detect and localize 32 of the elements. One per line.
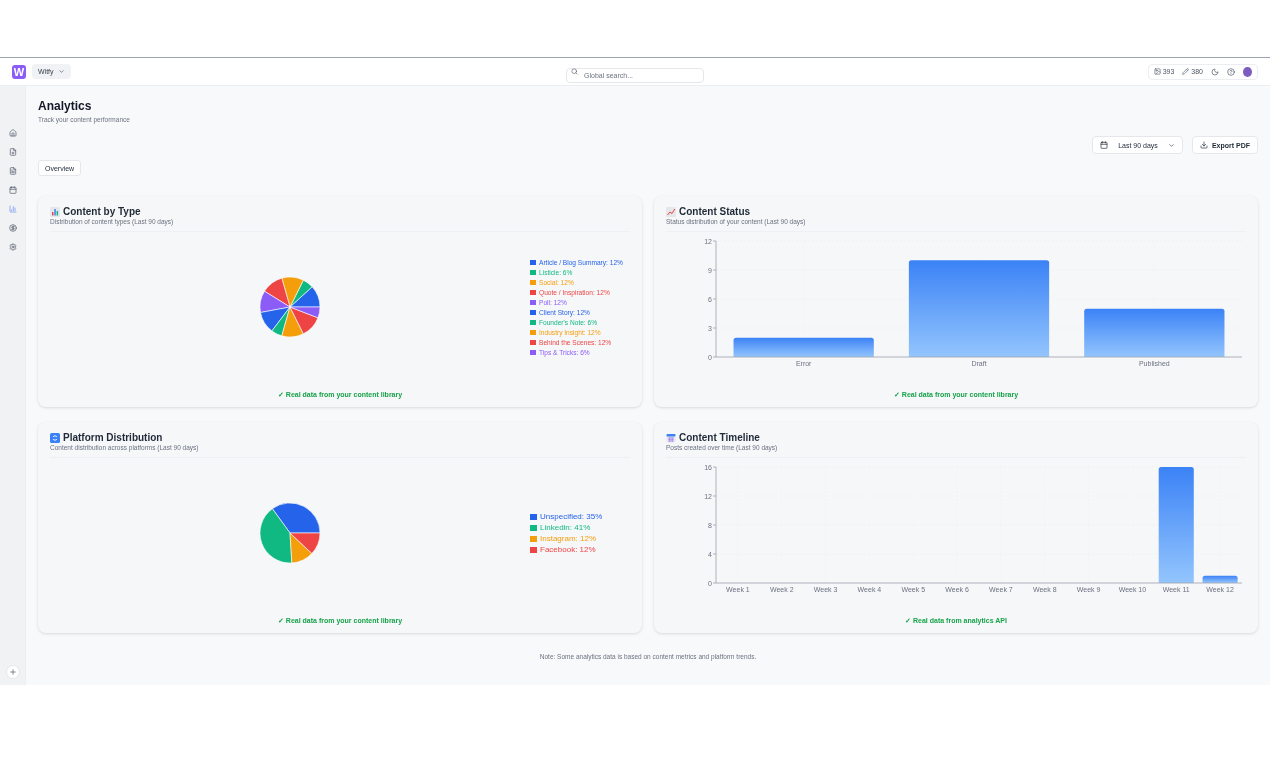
chart-icon — [50, 206, 60, 217]
calendar-icon — [666, 432, 676, 443]
settings-icon[interactable] — [8, 243, 17, 251]
file-plus-icon[interactable] — [8, 148, 17, 156]
legend-label: Instagram: 12% — [540, 534, 597, 543]
card-title: Content Timeline — [679, 432, 760, 443]
page-title: Analytics — [38, 99, 93, 113]
chevron-icon — [57, 68, 65, 75]
calendar-icon[interactable] — [8, 186, 17, 194]
plus-icon — [8, 668, 17, 676]
chart-icon[interactable] — [8, 205, 17, 213]
coin-icon[interactable] — [8, 224, 17, 232]
chevron-icon — [1167, 141, 1175, 149]
add-button[interactable] — [5, 665, 20, 679]
card-title: Content by Type — [63, 206, 141, 217]
avatar[interactable] — [1243, 66, 1252, 77]
logo[interactable]: W — [12, 64, 26, 79]
card-title: Platform Distribution — [63, 432, 163, 443]
search-icon — [571, 68, 578, 75]
help-icon[interactable] — [1227, 67, 1235, 76]
card-title: Content Status — [679, 206, 751, 217]
refresh-icon — [50, 432, 60, 443]
legend-label: Linkedin: 41% — [540, 523, 591, 532]
file-text-icon[interactable] — [8, 167, 17, 175]
moon-icon[interactable] — [1211, 67, 1219, 76]
home-icon[interactable] — [8, 129, 17, 137]
calendar-icon — [1100, 141, 1109, 149]
legend-label: Unspecified: 35% — [540, 512, 603, 521]
download-icon — [1199, 141, 1208, 149]
legend-label: Facebook: 12% — [540, 545, 596, 554]
bar — [1202, 575, 1238, 583]
trend-icon — [666, 206, 676, 217]
